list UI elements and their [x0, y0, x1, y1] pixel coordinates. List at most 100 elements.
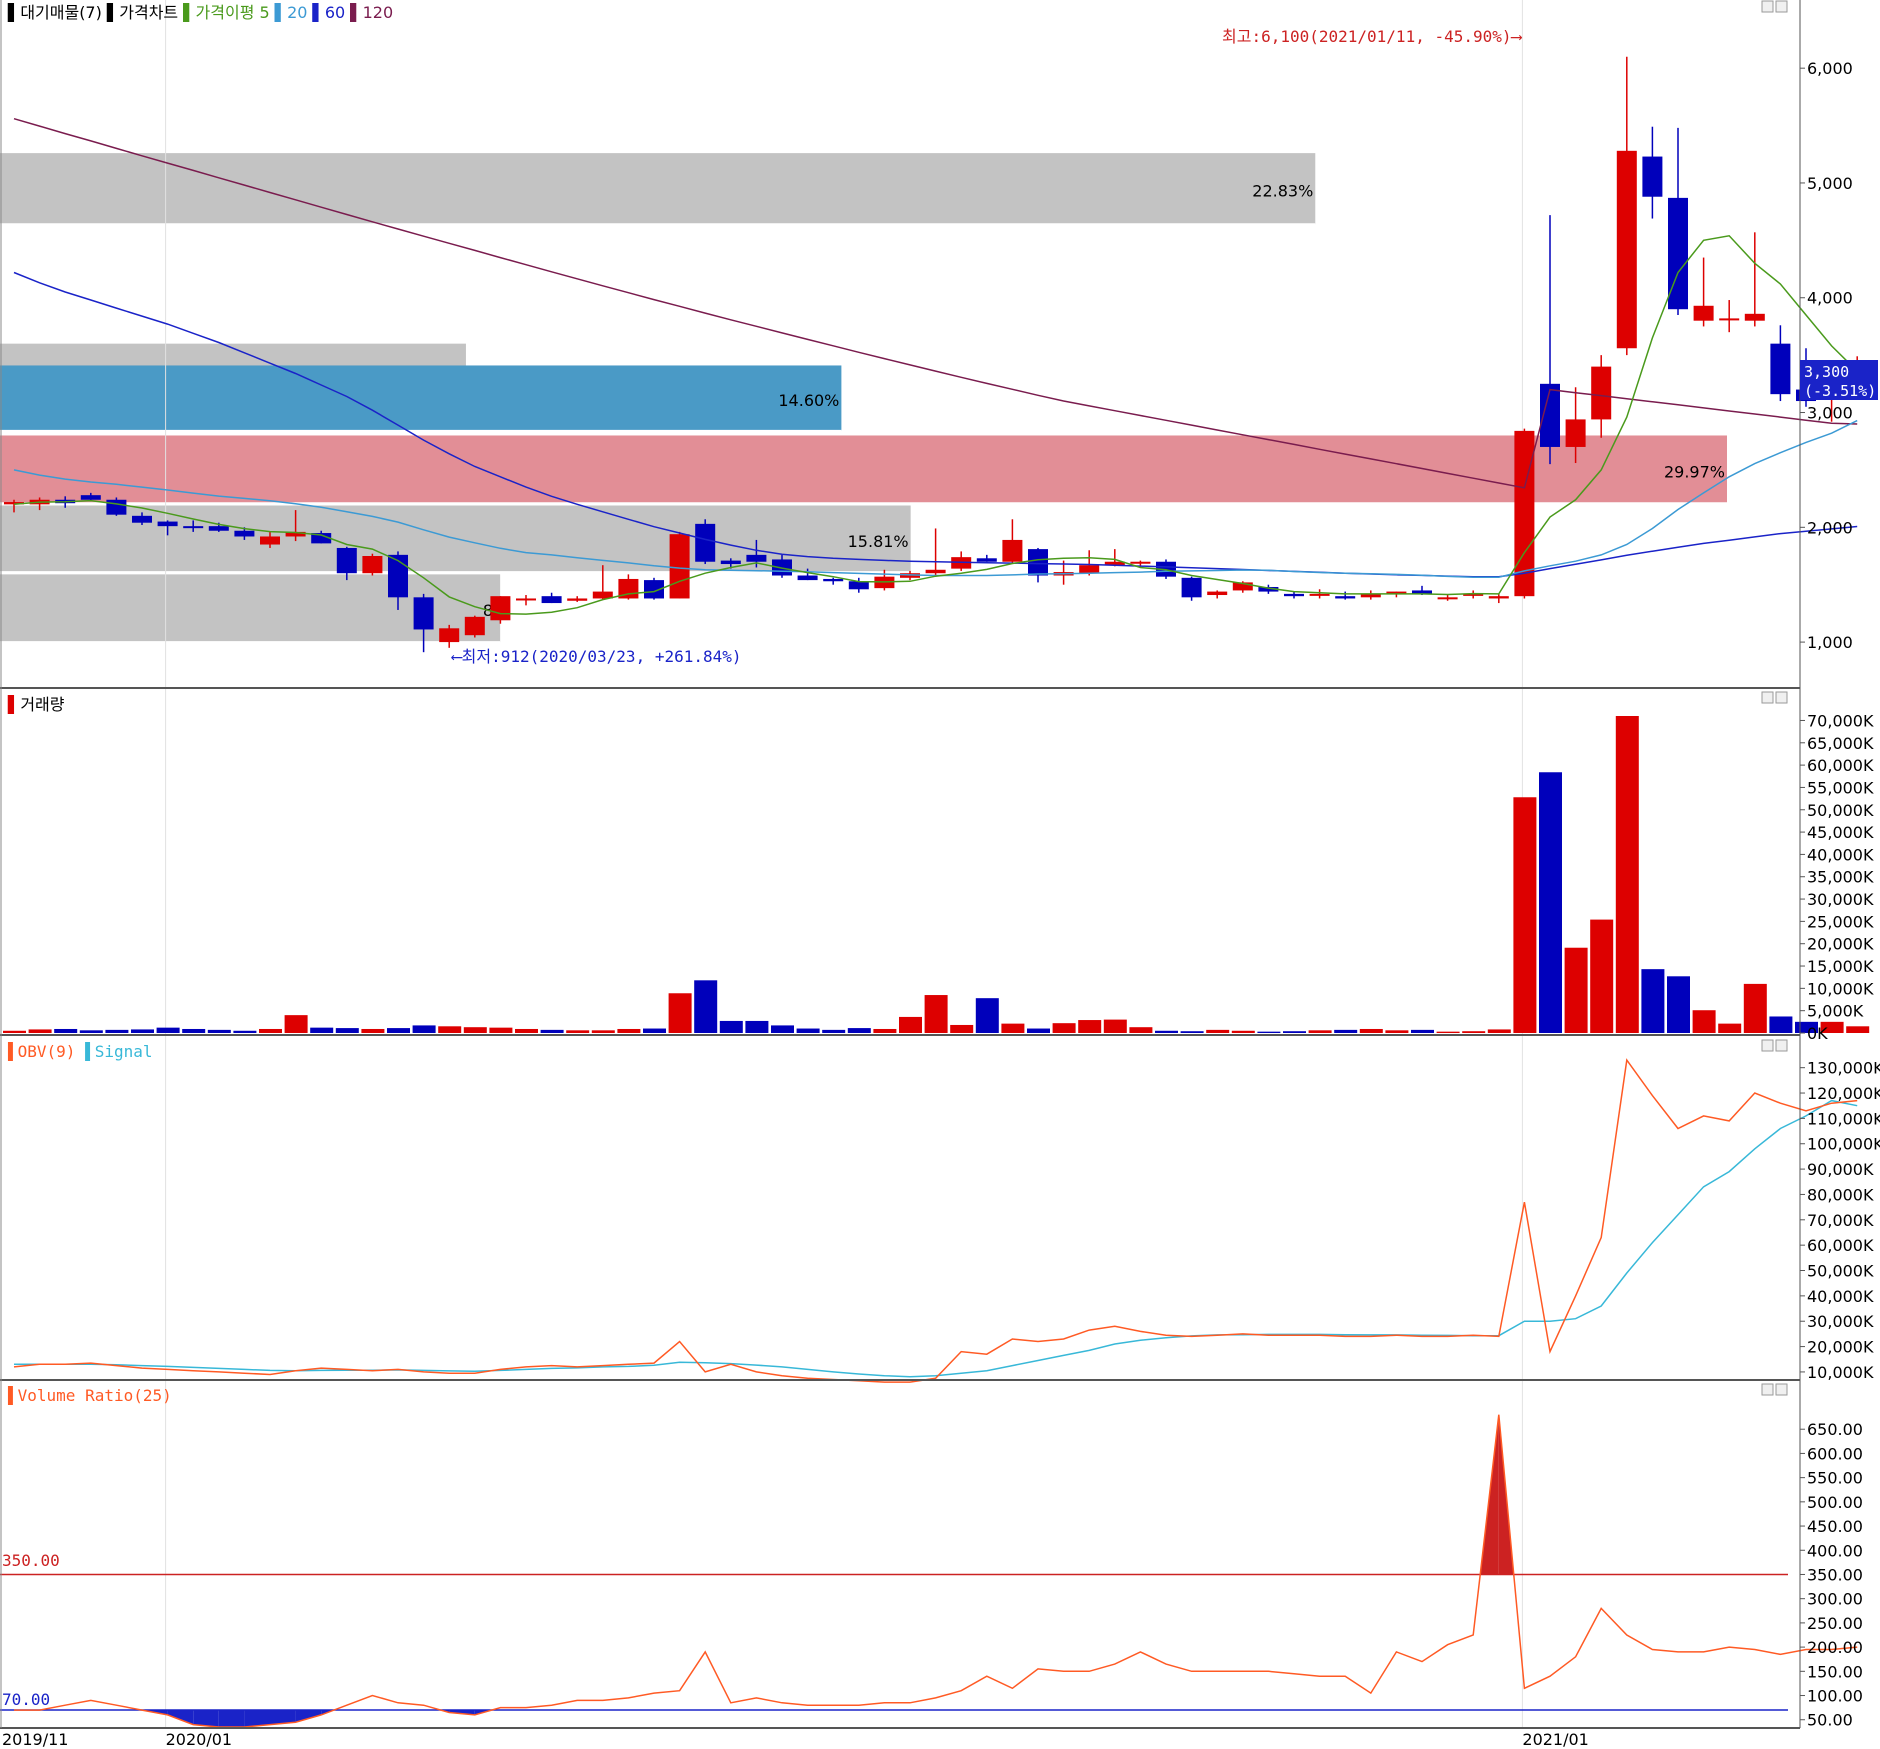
minimize-icon[interactable]: [1761, 1383, 1774, 1396]
candle-body: [1719, 318, 1740, 321]
candle-body: [1591, 366, 1612, 420]
close-icon[interactable]: [1775, 691, 1788, 704]
candle-body: [1284, 593, 1304, 597]
volume-bar: [1846, 1026, 1870, 1033]
candle-body: [1028, 549, 1048, 576]
candle-body: [1744, 313, 1765, 321]
chart-canvas: 22.83%8.09%14.60%29.97%15.81%8. 1,0002,0…: [0, 0, 1880, 1749]
volume-bar: [1667, 976, 1690, 1033]
legend-marker: ▌: [178, 2, 195, 22]
close-icon[interactable]: [1775, 0, 1788, 13]
x-tick-label: 2019/11: [2, 1730, 68, 1749]
volume-bar: [950, 1024, 974, 1033]
y-tick-label: 5,000: [1807, 174, 1853, 193]
volume-bar: [924, 995, 948, 1033]
y-tick-label: 25,000K: [1807, 912, 1874, 931]
volume-bar: [566, 1030, 590, 1033]
legend-marker: ▌: [270, 2, 287, 22]
y-tick-label: 20,000K: [1807, 935, 1874, 954]
legend-label: OBV(9): [18, 1042, 76, 1061]
volume-bar: [1590, 919, 1614, 1033]
volume-bar: [1359, 1028, 1383, 1033]
volume-bar: [1206, 1029, 1230, 1033]
volume-bar: [643, 1028, 666, 1033]
candle-body: [976, 558, 997, 562]
candle-body: [848, 581, 869, 590]
y-tick-label: 200.00: [1807, 1638, 1863, 1657]
volume-bar: [1231, 1030, 1255, 1033]
volume-bar: [540, 1029, 564, 1033]
x-tick-label: 2021/01: [1522, 1730, 1588, 1749]
volume-bar: [1385, 1030, 1409, 1033]
candle-body: [1437, 597, 1458, 600]
last-change-label: (-3.51%): [1804, 382, 1876, 400]
candle-body: [464, 616, 485, 636]
candle-body: [1565, 419, 1586, 447]
supply-band-label: 15.81%: [848, 532, 909, 551]
minimize-icon[interactable]: [1761, 0, 1774, 13]
y-tick-label: 550.00: [1807, 1469, 1863, 1488]
close-icon[interactable]: [1775, 1039, 1788, 1052]
y-tick-label: 50.00: [1807, 1711, 1853, 1730]
volume-bar: [1027, 1028, 1050, 1033]
volume-bar: [1155, 1030, 1178, 1033]
y-tick-label: 50,000K: [1807, 801, 1874, 820]
volume-bar: [335, 1028, 359, 1033]
candle-body: [1668, 197, 1688, 310]
volume-bar: [796, 1028, 820, 1033]
candle-body: [362, 556, 383, 574]
y-tick-label: 650.00: [1807, 1420, 1863, 1439]
candle-body: [1642, 156, 1663, 197]
y-tick-label: 450.00: [1807, 1517, 1863, 1536]
legend-label: 가격이평 5: [196, 3, 270, 22]
volume-bar: [207, 1029, 231, 1033]
close-icon[interactable]: [1775, 1383, 1788, 1396]
legend-marker: ▌: [307, 2, 324, 22]
volume-bar: [694, 980, 718, 1033]
candle-body: [720, 560, 741, 565]
y-tick-label: 70,000K: [1807, 711, 1874, 730]
y-tick-label: 0K: [1807, 1024, 1828, 1043]
y-tick-label: 350.00: [1807, 1565, 1863, 1584]
minimize-icon[interactable]: [1761, 691, 1774, 704]
volume-bar: [1180, 1031, 1204, 1033]
legend-label: 대기매물(7): [20, 3, 102, 22]
volume-bar: [284, 1015, 308, 1033]
volume-bar: [1462, 1031, 1486, 1033]
candle-body: [541, 596, 562, 604]
candle-body: [1616, 150, 1637, 349]
candle-body: [1693, 305, 1714, 321]
y-tick-label: 110,000K: [1807, 1109, 1880, 1128]
volume-bar: [463, 1027, 487, 1033]
volume-bar: [668, 993, 692, 1033]
volume-bar: [1283, 1031, 1306, 1033]
legend-marker: ▌: [7, 1041, 18, 1061]
candle-body: [80, 495, 101, 500]
volume-bar: [489, 1027, 513, 1033]
volume-bar: [1257, 1031, 1281, 1033]
volume-bar: [1692, 1010, 1716, 1033]
volume-bar: [899, 1016, 922, 1033]
volume-bar: [233, 1030, 257, 1033]
volume-bar: [182, 1028, 206, 1033]
candle-body: [106, 499, 127, 515]
volume-bar: [1103, 1019, 1127, 1033]
supply-band-label: 22.83%: [1252, 182, 1313, 201]
volume-bar: [412, 1025, 436, 1033]
y-tick-label: 130,000K: [1807, 1059, 1880, 1078]
supply-band: [0, 153, 1316, 225]
y-tick-label: 500.00: [1807, 1493, 1863, 1512]
legend-label: 20: [287, 3, 307, 22]
candle-body: [797, 575, 818, 581]
y-tick-label: 55,000K: [1807, 778, 1874, 797]
candle-body: [567, 598, 588, 601]
y-tick-label: 3,000: [1807, 404, 1853, 423]
price-legend: ▌대기매물(7) ▌가격차트 ▌가격이평 5 ▌20 ▌60 ▌120: [7, 2, 393, 22]
y-tick-label: 100,000K: [1807, 1135, 1880, 1154]
candle-body: [260, 536, 280, 545]
y-tick-label: 65,000K: [1807, 734, 1874, 753]
candle-body: [823, 578, 844, 582]
volume-bar: [1539, 772, 1562, 1033]
candle-body: [1130, 561, 1151, 564]
minimize-icon[interactable]: [1761, 1039, 1774, 1052]
